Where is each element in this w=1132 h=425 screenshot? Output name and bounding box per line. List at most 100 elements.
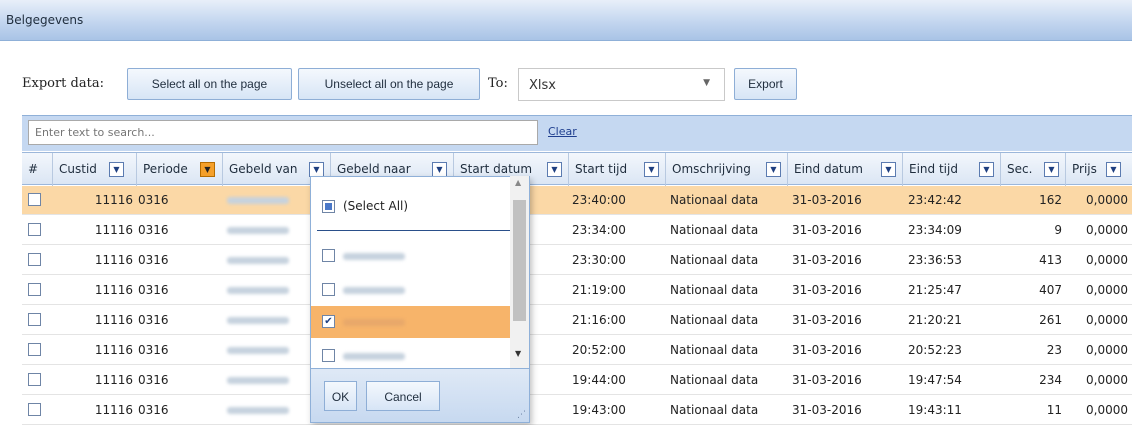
row-checkbox[interactable] [28,343,41,356]
filter-value-item[interactable] [311,274,511,306]
filter-dropdown-icon[interactable]: ▼ [200,162,215,177]
select-all-on-page-button[interactable]: Select all on the page [127,68,292,100]
dropdown-scrollbar[interactable]: ▲ ▼ [510,176,529,368]
table-row[interactable]: 11116 0316 20:52:00 Nationaal data 31-03-201… [22,336,1132,365]
row-checkbox[interactable] [28,193,41,206]
row-checkbox[interactable] [28,223,41,236]
export-format-select[interactable]: Xlsx ▼ [518,68,725,101]
column-label: Gebeld van [229,162,298,176]
cell-sec: 234 [1039,373,1062,387]
filter-value-item-checked[interactable]: ✔ [311,306,511,338]
to-label: To: [488,76,508,91]
unselect-all-on-page-button[interactable]: Unselect all on the page [298,68,480,100]
filter-dropdown-icon[interactable]: ▼ [432,162,447,177]
cell-custid: 11116 [94,283,133,297]
redacted-cell [227,377,289,384]
cell-start-tijd: 23:34:00 [572,223,626,237]
row-checkbox[interactable] [28,283,41,296]
column-header-sec[interactable]: Sec. ▼ [1001,153,1066,186]
column-label: Periode [143,162,188,176]
clear-search-link[interactable]: Clear [548,125,577,138]
filter-value-item[interactable] [311,340,511,369]
cell-custid: 11116 [94,343,133,357]
column-header-custid[interactable]: Custid ▼ [53,153,137,186]
scroll-up-arrow-icon[interactable]: ▲ [515,178,521,187]
checkbox[interactable] [322,249,335,262]
table-row[interactable]: 11116 0316 23:34:00 Nationaal data 31-03-201… [22,216,1132,245]
filter-dropdown-icon[interactable]: ▼ [109,162,124,177]
column-label: Eind datum [794,162,863,176]
column-label: Sec. [1007,162,1033,176]
filter-dropdown-icon[interactable]: ▼ [309,162,324,177]
column-header-eind-tijd[interactable]: Eind tijd ▼ [903,153,1001,186]
filter-dropdown-icon[interactable]: ▼ [979,162,994,177]
column-header-periode[interactable]: Periode ▼ [137,153,223,186]
search-input[interactable] [28,120,538,145]
cell-start-tijd: 21:16:00 [572,313,626,327]
filter-dropdown-icon[interactable]: ▼ [766,162,781,177]
cell-sec: 11 [1046,403,1062,417]
column-header-start-tijd[interactable]: Start tijd ▼ [569,153,666,186]
cell-sec: 9 [1054,223,1062,237]
cell-custid: 11116 [94,223,133,237]
table-row[interactable]: 11116 0316 23:40:00 Nationaal data 31-03-201… [22,186,1132,215]
resize-grip-icon[interactable]: ⋰ [517,410,526,420]
column-header-eind-datum[interactable]: Eind datum ▼ [788,153,903,186]
redacted-cell [227,287,289,294]
table-row[interactable]: 11116 0316 23:30:00 Nationaal data 31-03-201… [22,246,1132,275]
checkmark-icon[interactable]: ✔ [322,315,335,328]
cell-eind-datum: 31-03-2016 [792,253,862,267]
cell-eind-datum: 31-03-2016 [792,223,862,237]
filter-dropdown-icon[interactable]: ▼ [547,162,562,177]
table-row[interactable]: 11116 0316 19:43:00 Nationaal data 31-03-201… [22,396,1132,425]
cell-eind-datum: 31-03-2016 [792,343,862,357]
cell-start-tijd: 19:44:00 [572,373,626,387]
checkbox[interactable] [322,283,335,296]
column-header-prijs[interactable]: Prijs ▼ [1066,153,1132,186]
filter-select-all-item[interactable]: (Select All) [311,191,511,223]
cell-periode: 0316 [138,283,169,297]
table-row[interactable]: 11116 0316 19:44:00 Nationaal data 31-03-201… [22,366,1132,395]
cell-prijs: 0,0000 [1086,403,1128,417]
chevron-down-icon: ▼ [703,78,710,88]
column-header-omschrijving[interactable]: Omschrijving ▼ [666,153,788,186]
grid-header-row: # Custid ▼ Periode ▼ Gebeld van ▼ Gebeld… [22,152,1132,186]
filter-dropdown-icon[interactable]: ▼ [644,162,659,177]
cell-eind-tijd: 23:34:09 [908,223,962,237]
cell-periode: 0316 [138,343,169,357]
filter-dropdown-icon[interactable]: ▼ [1106,162,1121,177]
redacted-value [343,353,405,360]
window-title: Belgegevens [6,13,84,27]
cell-omschrijving: Nationaal data [670,223,759,237]
table-row[interactable]: 11116 0316 21:16:00 Nationaal data 31-03-201… [22,306,1132,335]
export-button[interactable]: Export [734,68,797,100]
column-label: # [28,162,39,176]
table-row[interactable]: 11116 0316 21:19:00 Nationaal data 31-03-201… [22,276,1132,305]
redacted-value [343,319,405,326]
row-checkbox[interactable] [28,253,41,266]
checkbox[interactable] [322,349,335,362]
filter-value-item[interactable] [311,240,511,272]
cell-sec: 261 [1039,313,1062,327]
scrollbar-thumb[interactable] [513,200,526,321]
cell-custid: 11116 [94,373,133,387]
cell-start-tijd: 23:40:00 [572,193,626,207]
cell-eind-tijd: 19:47:54 [908,373,962,387]
cell-eind-datum: 31-03-2016 [792,373,862,387]
filter-cancel-button[interactable]: Cancel [366,381,440,411]
row-checkbox[interactable] [28,373,41,386]
scroll-down-arrow-icon[interactable]: ▼ [515,349,521,358]
cell-custid: 11116 [94,313,133,327]
filter-ok-button[interactable]: OK [324,381,357,411]
export-data-label: Export data: [22,76,104,91]
filter-dropdown-icon[interactable]: ▼ [881,162,896,177]
row-checkbox[interactable] [28,313,41,326]
checkbox-indeterminate-icon[interactable] [322,200,335,213]
filter-dropdown-icon[interactable]: ▼ [1044,162,1059,177]
column-label: Start datum [460,162,533,176]
row-checkbox[interactable] [28,403,41,416]
cell-prijs: 0,0000 [1086,193,1128,207]
cell-omschrijving: Nationaal data [670,313,759,327]
cell-custid: 11116 [94,253,133,267]
cell-prijs: 0,0000 [1086,253,1128,267]
